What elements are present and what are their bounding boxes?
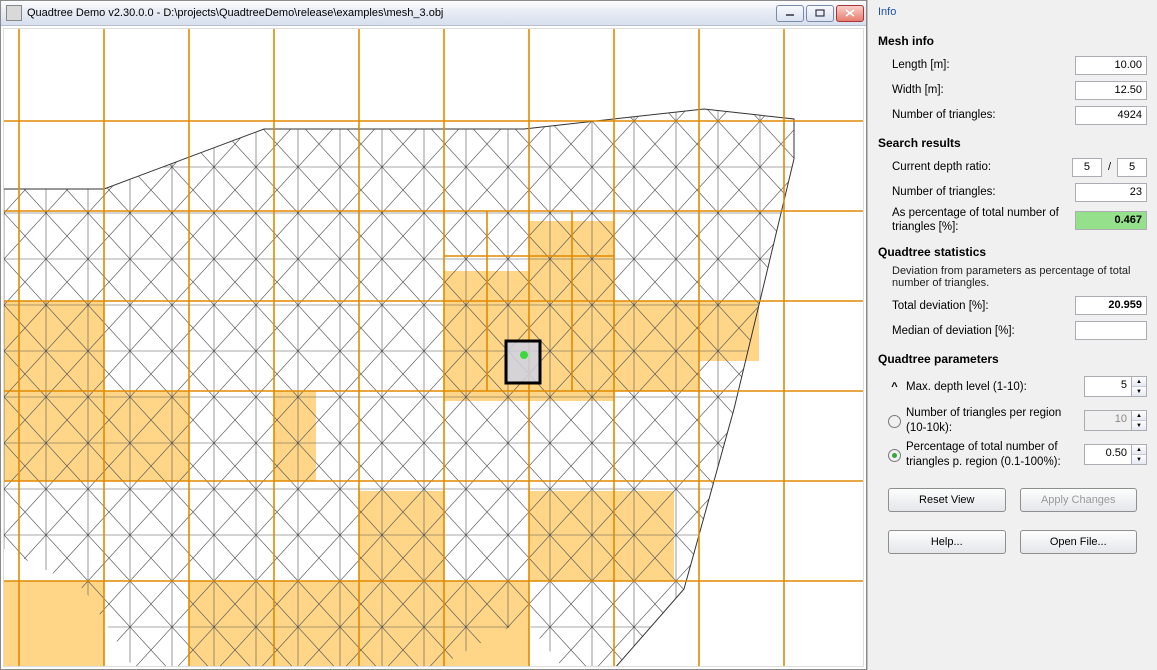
selection-cursor-layer [4, 29, 864, 667]
median-deviation-value [1075, 321, 1147, 340]
open-file-button[interactable]: Open File... [1020, 530, 1138, 554]
spin-up-icon[interactable]: ▲ [1132, 445, 1146, 455]
spin-down-icon[interactable]: ▼ [1132, 455, 1146, 464]
max-depth-label: Max. depth level (1-10): [906, 380, 1084, 394]
search-numtri-label: Number of triangles: [892, 186, 1075, 198]
radio-numtri-region[interactable] [888, 415, 901, 428]
mesh-viewport[interactable] [3, 28, 864, 667]
quadtree-stats-header: Quadtree statistics [878, 245, 1147, 259]
spin-down-icon[interactable]: ▼ [1132, 421, 1146, 430]
maximize-button[interactable] [806, 5, 834, 22]
main-window: Quadtree Demo v2.30.0.0 - D:\projects\Qu… [0, 0, 867, 670]
titlebar[interactable]: Quadtree Demo v2.30.0.0 - D:\projects\Qu… [1, 1, 866, 26]
reset-view-button[interactable]: Reset View [888, 488, 1006, 512]
mesh-triangles-value: 4924 [1075, 106, 1147, 125]
max-depth-value[interactable]: 5 [1084, 376, 1132, 397]
depth-current-value: 5 [1072, 158, 1102, 177]
minimize-button[interactable] [776, 5, 804, 22]
spin-down-icon[interactable]: ▼ [1132, 387, 1146, 396]
mesh-length-value: 10.00 [1075, 56, 1147, 75]
search-pct-value: 0.467 [1075, 211, 1147, 230]
close-button[interactable] [836, 5, 864, 22]
search-results-header: Search results [878, 136, 1147, 150]
help-button[interactable]: Help... [888, 530, 1006, 554]
app-icon [6, 5, 22, 21]
quadtree-stats-desc: Deviation from parameters as percentage … [892, 265, 1147, 289]
quadtree-params-header: Quadtree parameters [878, 352, 1147, 366]
numtri-region-value[interactable]: 10 [1084, 410, 1132, 431]
mesh-triangles-label: Number of triangles: [892, 109, 1075, 121]
info-panel: Info Mesh info Length [m]: 10.00 Width [… [867, 0, 1157, 670]
total-deviation-label: Total deviation [%]: [892, 300, 1075, 312]
spin-up-icon[interactable]: ▲ [1132, 377, 1146, 387]
mesh-width-value: 12.50 [1075, 81, 1147, 100]
pct-region-spinner[interactable]: 0.50 ▲▼ [1084, 444, 1147, 465]
pct-region-value[interactable]: 0.50 [1084, 444, 1132, 465]
depth-max-value: 5 [1117, 158, 1147, 177]
pct-region-label: Percentage of total number of triangles … [906, 440, 1084, 469]
search-pct-label: As percentage of total number of triangl… [892, 206, 1075, 235]
mesh-length-label: Length [m]: [892, 59, 1075, 71]
numtri-region-spinner[interactable]: 10 ▲▼ [1084, 410, 1147, 431]
mesh-width-label: Width [m]: [892, 84, 1075, 96]
window-title: Quadtree Demo v2.30.0.0 - D:\projects\Qu… [27, 7, 776, 19]
apply-changes-button[interactable]: Apply Changes [1020, 488, 1138, 512]
max-depth-spinner[interactable]: 5 ▲▼ [1084, 376, 1147, 397]
panel-title: Info [878, 4, 1147, 24]
depth-ratio-label: Current depth ratio: [892, 161, 1072, 173]
search-numtri-value: 23 [1075, 183, 1147, 202]
median-deviation-label: Median of deviation [%]: [892, 325, 1075, 337]
caret-up-icon: ^ [888, 381, 901, 393]
mesh-info-header: Mesh info [878, 34, 1147, 48]
numtri-region-label: Number of triangles per region (10-10k): [906, 406, 1084, 435]
slash-separator: / [1106, 161, 1113, 173]
total-deviation-value: 20.959 [1075, 296, 1147, 315]
spin-up-icon[interactable]: ▲ [1132, 411, 1146, 421]
radio-pct-region[interactable] [888, 449, 901, 462]
